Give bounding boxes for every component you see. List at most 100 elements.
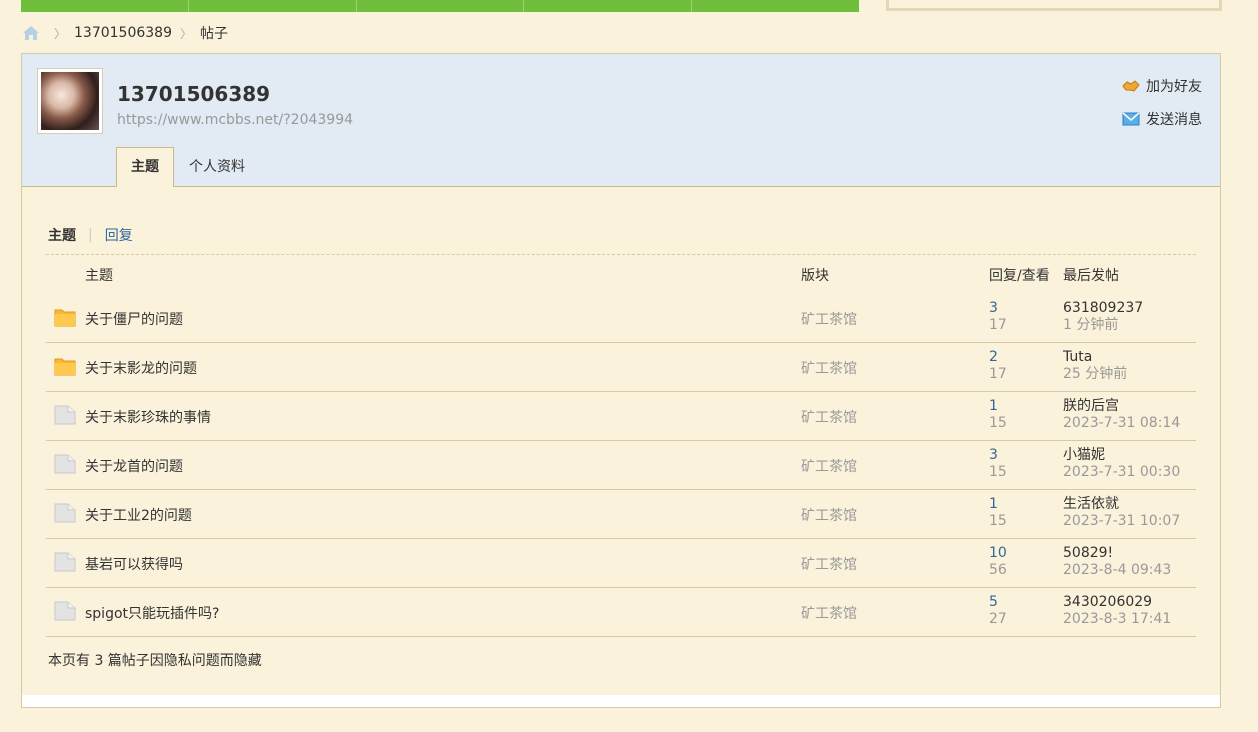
folder-icon[interactable]: [54, 601, 76, 621]
search-box-frame[interactable]: [886, 0, 1222, 11]
reply-view-count: 10 56: [989, 545, 1007, 579]
view-count: 27: [989, 611, 1007, 627]
last-post-time[interactable]: 1 分钟前: [1063, 317, 1143, 334]
divider: [46, 254, 1196, 255]
nav-item[interactable]: [189, 0, 357, 12]
add-friend-label: 加为好友: [1146, 79, 1202, 95]
header-forum: 版块: [801, 268, 829, 284]
last-post-time[interactable]: 25 分钟前: [1063, 366, 1127, 383]
table-row: 关于工业2的问题 矿工茶馆 1 15 生活依就 2023-7-31 10:07: [46, 490, 1196, 539]
last-post: 小猫妮 2023-7-31 00:30: [1063, 447, 1180, 481]
last-post-time[interactable]: 2023-7-31 08:14: [1063, 415, 1180, 432]
main-panel: 13701506389 https://www.mcbbs.net/?20439…: [21, 53, 1221, 708]
thread-forum[interactable]: 矿工茶馆: [801, 358, 857, 378]
avatar[interactable]: [37, 68, 103, 134]
folder-icon[interactable]: [54, 503, 76, 523]
view-count: 15: [989, 464, 1007, 480]
last-post-time[interactable]: 2023-7-31 00:30: [1063, 464, 1180, 481]
thread-forum[interactable]: 矿工茶馆: [801, 456, 857, 476]
panel-footer: [22, 695, 1220, 707]
top-nav-bar: [21, 0, 859, 12]
table-row: 关于僵尸的问题 矿工茶馆 3 17 631809237 1 分钟前: [46, 294, 1196, 343]
folder-new-icon[interactable]: [54, 356, 76, 376]
subtab-topics[interactable]: 主题: [48, 225, 76, 245]
folder-icon[interactable]: [54, 552, 76, 572]
last-post-time[interactable]: 2023-7-31 10:07: [1063, 513, 1180, 530]
subtab-divider: |: [88, 227, 93, 243]
breadcrumb: 〉 13701506389 〉 帖子: [22, 23, 228, 43]
view-count: 15: [989, 513, 1007, 529]
reply-count[interactable]: 1: [989, 398, 1007, 415]
thread-title[interactable]: 基岩可以获得吗: [85, 554, 183, 574]
nav-item[interactable]: [21, 0, 189, 12]
last-post: 生活依就 2023-7-31 10:07: [1063, 496, 1180, 530]
reply-count[interactable]: 3: [989, 300, 1007, 317]
table-row: 基岩可以获得吗 矿工茶馆 10 56 50829! 2023-8-4 09:43: [46, 539, 1196, 588]
add-friend-button[interactable]: 加为好友: [1122, 76, 1202, 96]
reply-view-count: 5 27: [989, 594, 1007, 628]
last-post: 3430206029 2023-8-3 17:41: [1063, 594, 1171, 628]
thread-title[interactable]: spigot只能玩插件吗?: [85, 603, 219, 623]
thread-title[interactable]: 关于僵尸的问题: [85, 309, 183, 329]
nav-item[interactable]: [692, 0, 859, 12]
thread-forum[interactable]: 矿工茶馆: [801, 505, 857, 525]
reply-view-count: 2 17: [989, 349, 1007, 383]
last-post-user[interactable]: 50829!: [1063, 545, 1171, 562]
envelope-icon: [1122, 111, 1140, 127]
send-message-button[interactable]: 发送消息: [1122, 109, 1202, 129]
thread-title[interactable]: 关于工业2的问题: [85, 505, 192, 525]
thread-list: 关于僵尸的问题 矿工茶馆 3 17 631809237 1 分钟前 关于末影龙的问题…: [46, 294, 1196, 637]
home-icon[interactable]: [22, 25, 40, 41]
reply-count[interactable]: 2: [989, 349, 1007, 366]
reply-count[interactable]: 10: [989, 545, 1007, 562]
thread-title[interactable]: 关于末影珍珠的事情: [85, 407, 211, 427]
tab-profile-info[interactable]: 个人资料: [174, 147, 260, 186]
nav-item[interactable]: [357, 0, 525, 12]
thread-forum[interactable]: 矿工茶馆: [801, 407, 857, 427]
last-post-user[interactable]: 生活依就: [1063, 496, 1180, 513]
table-row: 关于末影龙的问题 矿工茶馆 2 17 Tuta 25 分钟前: [46, 343, 1196, 392]
reply-view-count: 1 15: [989, 398, 1007, 432]
nav-item[interactable]: [524, 0, 693, 12]
folder-icon[interactable]: [54, 454, 76, 474]
last-post: 631809237 1 分钟前: [1063, 300, 1143, 334]
reply-count[interactable]: 3: [989, 447, 1007, 464]
last-post-user[interactable]: 3430206029: [1063, 594, 1171, 611]
breadcrumb-separator: 〉: [54, 26, 67, 41]
thread-title[interactable]: 关于龙首的问题: [85, 456, 183, 476]
reply-view-count: 1 15: [989, 496, 1007, 530]
last-post-user[interactable]: 小猫妮: [1063, 447, 1180, 464]
last-post-user[interactable]: 朕的后宫: [1063, 398, 1180, 415]
breadcrumb-user[interactable]: 13701506389: [74, 25, 172, 41]
thread-forum[interactable]: 矿工茶馆: [801, 309, 857, 329]
last-post-time[interactable]: 2023-8-4 09:43: [1063, 562, 1171, 579]
last-post-time[interactable]: 2023-8-3 17:41: [1063, 611, 1171, 628]
thread-title[interactable]: 关于末影龙的问题: [85, 358, 197, 378]
profile-username[interactable]: 13701506389: [117, 82, 270, 106]
last-post: Tuta 25 分钟前: [1063, 349, 1127, 383]
last-post: 50829! 2023-8-4 09:43: [1063, 545, 1171, 579]
hidden-posts-note: 本页有 3 篇帖子因隐私问题而隐藏: [48, 653, 262, 669]
sub-tabs: 主题 | 回复: [48, 225, 133, 245]
view-count: 56: [989, 562, 1007, 578]
folder-new-icon[interactable]: [54, 307, 76, 327]
subtab-replies[interactable]: 回复: [105, 225, 133, 245]
avatar-image: [41, 72, 99, 130]
last-post-user[interactable]: 631809237: [1063, 300, 1143, 317]
send-message-label: 发送消息: [1146, 112, 1202, 128]
thread-forum[interactable]: 矿工茶馆: [801, 554, 857, 574]
folder-icon[interactable]: [54, 405, 76, 425]
header-reply-view: 回复/查看: [989, 268, 1050, 284]
profile-url[interactable]: https://www.mcbbs.net/?2043994: [117, 112, 353, 128]
reply-count[interactable]: 5: [989, 594, 1007, 611]
table-row: 关于末影珍珠的事情 矿工茶馆 1 15 朕的后宫 2023-7-31 08:14: [46, 392, 1196, 441]
last-post-user[interactable]: Tuta: [1063, 349, 1127, 366]
reply-count[interactable]: 1: [989, 496, 1007, 513]
tab-topics[interactable]: 主题: [116, 147, 174, 187]
header-last-post: 最后发帖: [1063, 268, 1119, 284]
breadcrumb-separator: 〉: [180, 26, 193, 41]
table-row: 关于龙首的问题 矿工茶馆 3 15 小猫妮 2023-7-31 00:30: [46, 441, 1196, 490]
table-row: spigot只能玩插件吗? 矿工茶馆 5 27 3430206029 2023-8-…: [46, 588, 1196, 637]
thread-forum[interactable]: 矿工茶馆: [801, 603, 857, 623]
breadcrumb-section[interactable]: 帖子: [200, 23, 228, 43]
